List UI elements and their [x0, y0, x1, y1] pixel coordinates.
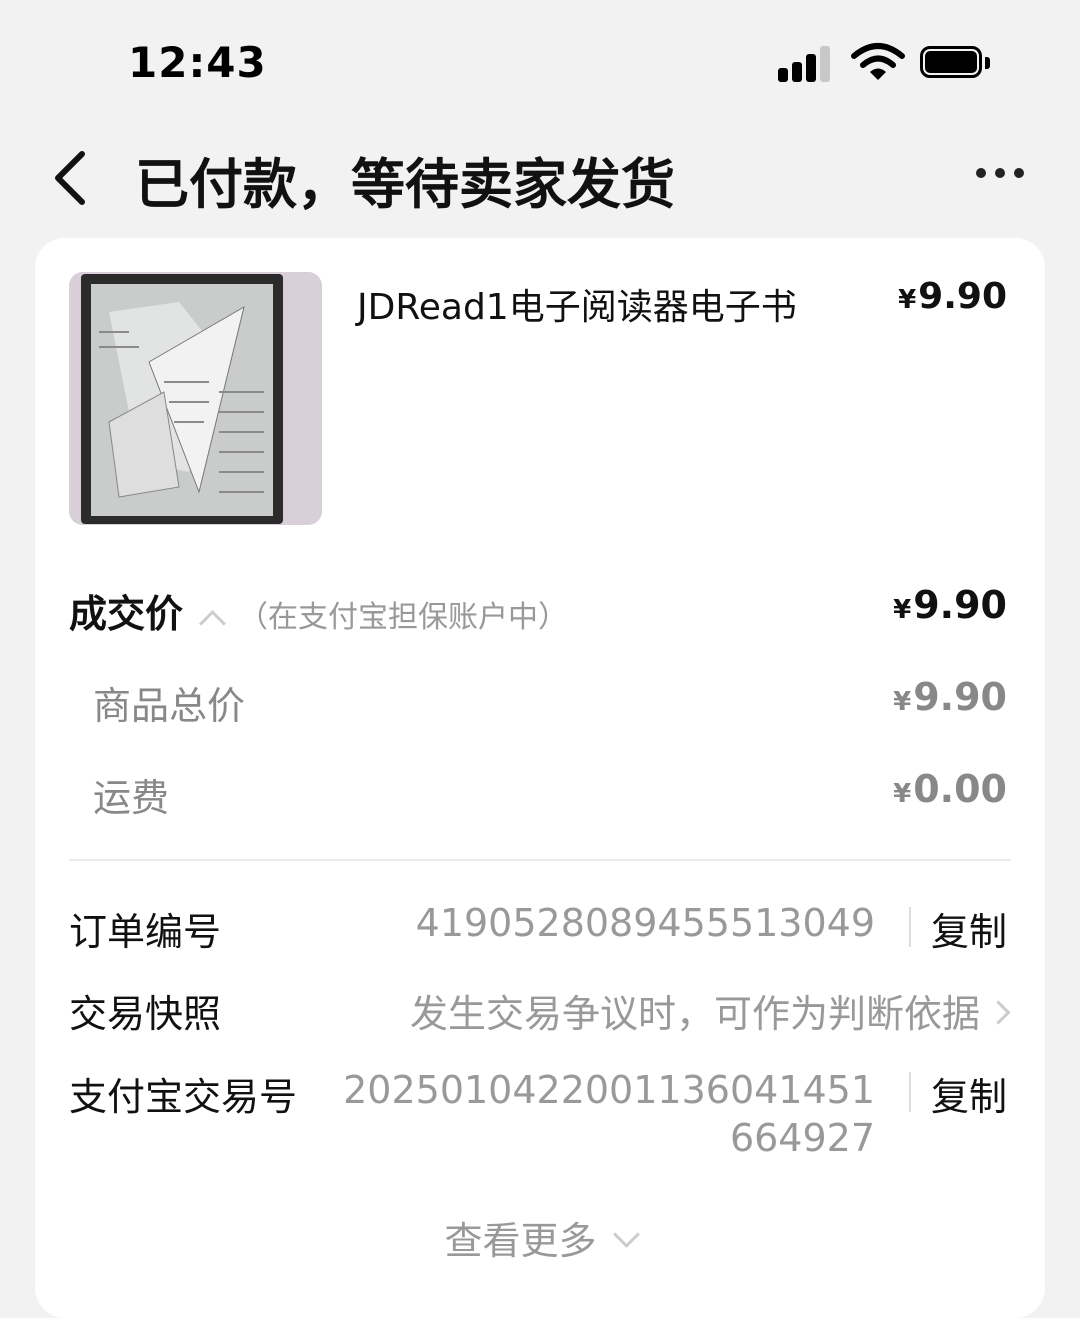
deal-price-row[interactable]: 成交价 （在支付宝担保账户中） ¥9.90 — [69, 583, 1007, 637]
escrow-note: （在支付宝担保账户中） — [238, 600, 569, 635]
alipay-number-label: 支付宝交易号 — [69, 1075, 298, 1119]
subtotal-label: 商品总价 — [93, 684, 246, 728]
subtotal-row: 商品总价 ¥9.90 — [69, 675, 1007, 728]
shipping-label: 运费 — [93, 776, 170, 820]
product-name[interactable]: JDRead1电子阅读器电子书 — [357, 278, 797, 330]
order-card: JDRead1电子阅读器电子书 ¥9.90 成交价 （在支付宝担保账户中） ¥9.… — [35, 238, 1045, 1318]
deal-price-value: ¥9.90 — [893, 583, 1007, 627]
separator — [909, 1072, 911, 1112]
view-more-button[interactable]: 查看更多 — [35, 1210, 1045, 1265]
order-number-value: 4190528089455513049 — [415, 901, 875, 945]
shipping-value: ¥0.00 — [893, 767, 1007, 811]
trade-snapshot-value: 发生交易争议时，可作为判断依据 — [410, 983, 1011, 1038]
deal-price-label: 成交价 — [69, 592, 184, 636]
shipping-row: 运费 ¥0.00 — [69, 767, 1007, 820]
product-image[interactable] — [69, 272, 322, 525]
chevron-up-icon[interactable] — [199, 610, 226, 637]
order-number-row: 订单编号 4190528089455513049 复制 — [69, 901, 1007, 954]
back-arrow-icon[interactable] — [50, 148, 100, 208]
alipay-number-row: 支付宝交易号 2025010422001136041451 664927 复制 — [69, 1066, 1007, 1166]
copy-order-number-button[interactable]: 复制 — [931, 901, 1007, 956]
chevron-down-icon — [612, 1221, 640, 1248]
battery-icon — [920, 46, 992, 82]
more-options-icon[interactable] — [970, 165, 1030, 185]
status-time: 12:43 — [128, 38, 267, 87]
separator — [909, 907, 911, 947]
cellular-signal-icon — [778, 44, 834, 82]
trade-snapshot-label: 交易快照 — [69, 992, 222, 1036]
order-number-label: 订单编号 — [69, 910, 222, 954]
divider — [69, 859, 1011, 861]
chevron-right-icon — [986, 1000, 1011, 1025]
subtotal-value: ¥9.90 — [893, 675, 1007, 719]
trade-snapshot-row[interactable]: 交易快照 发生交易争议时，可作为判断依据 — [69, 983, 1011, 1036]
wifi-icon — [851, 43, 905, 80]
product-price: ¥9.90 — [898, 276, 1007, 317]
status-bar: 12:43 — [0, 0, 1080, 120]
view-more-label: 查看更多 — [444, 1219, 597, 1263]
copy-alipay-number-button[interactable]: 复制 — [931, 1066, 1007, 1121]
alipay-number-value: 2025010422001136041451 664927 — [343, 1068, 875, 1160]
page-title: 已付款，等待卖家发货 — [135, 153, 675, 216]
